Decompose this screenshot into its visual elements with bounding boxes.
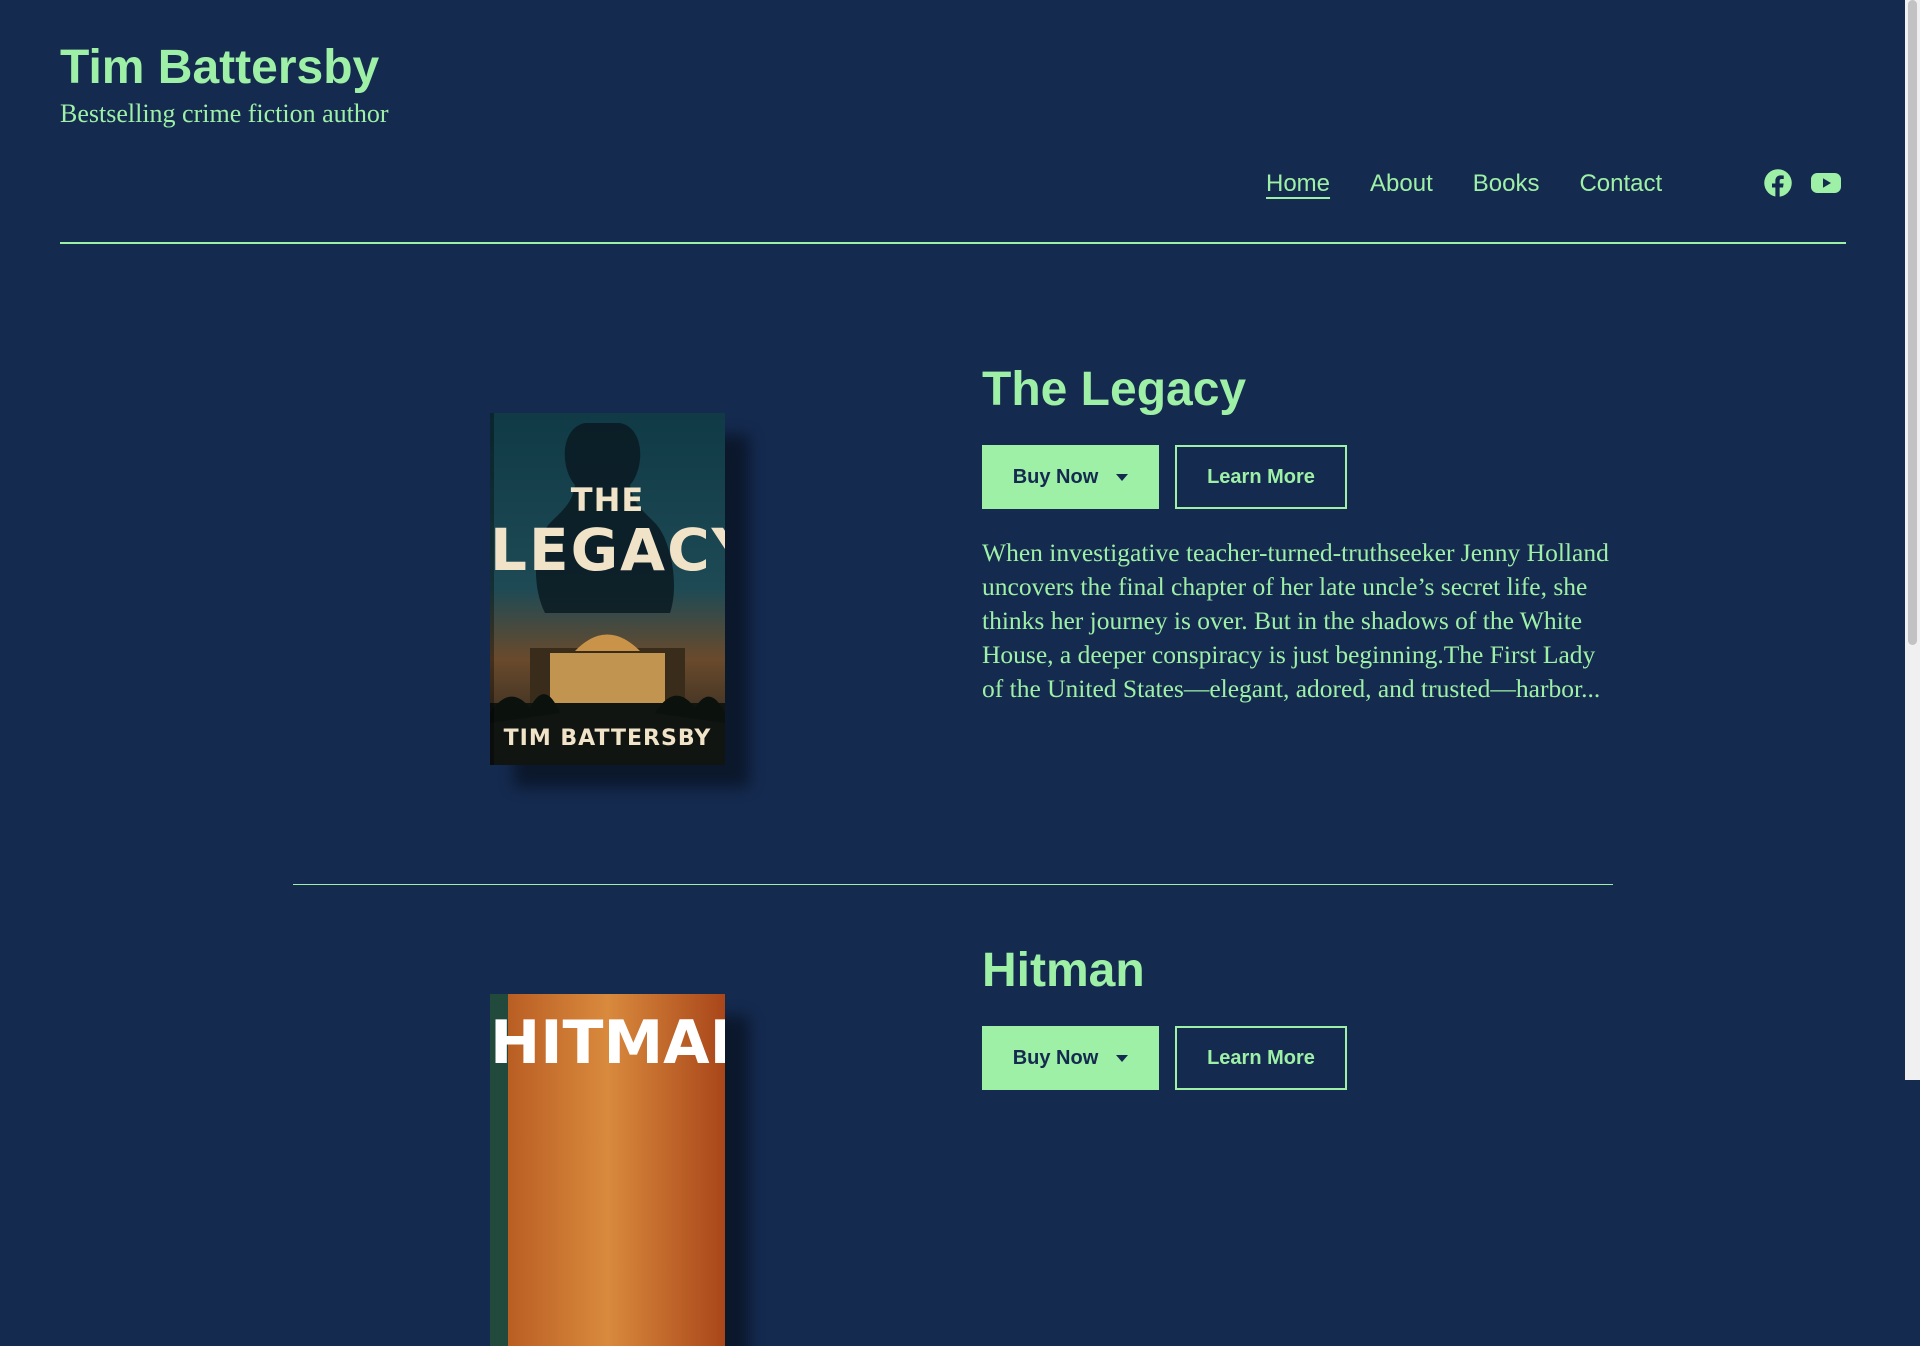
cover-text-line1: HITMAN (490, 1008, 725, 1078)
nav-item-about[interactable]: About (1370, 168, 1433, 200)
buy-now-button[interactable]: Buy Now (982, 1026, 1159, 1090)
main-nav: Home About Books Contact (1266, 168, 1662, 200)
nav-item-books[interactable]: Books (1473, 168, 1540, 200)
header-divider (60, 242, 1846, 244)
nav-item-contact[interactable]: Contact (1579, 168, 1662, 200)
buy-now-label: Buy Now (1012, 465, 1099, 488)
buy-now-label: Buy Now (1012, 1046, 1099, 1069)
book-description: When investigative teacher-turned-truths… (982, 538, 1609, 703)
cover-art (490, 413, 725, 765)
book-cover-image[interactable]: HITMAN (490, 994, 725, 1346)
learn-more-button[interactable]: Learn More (1175, 445, 1347, 509)
cover-text-line2: LEGACY (490, 516, 725, 584)
site-title[interactable]: Tim Battersby (60, 38, 379, 98)
caret-down-icon (1116, 473, 1129, 481)
scrollbar[interactable] (1905, 0, 1920, 1080)
buy-now-button[interactable]: Buy Now (982, 445, 1159, 509)
scrollbar-thumb[interactable] (1908, 0, 1917, 645)
facebook-icon[interactable] (1763, 168, 1793, 198)
caret-down-icon (1116, 1054, 1129, 1062)
learn-more-button[interactable]: Learn More (1175, 1026, 1347, 1090)
cover-text-line1: THE (570, 481, 645, 519)
cover-author: TIM BATTERSBY (503, 726, 712, 751)
youtube-icon[interactable] (1811, 168, 1841, 198)
book-title[interactable]: Hitman (982, 941, 1145, 1001)
nav-item-home[interactable]: Home (1266, 168, 1330, 200)
site-tagline: Bestselling crime fiction author (60, 99, 389, 128)
book-title[interactable]: The Legacy (982, 360, 1246, 420)
book-cover-image[interactable]: THE LEGACY TIM BATTERSBY (490, 413, 725, 765)
book-divider (293, 884, 1613, 885)
